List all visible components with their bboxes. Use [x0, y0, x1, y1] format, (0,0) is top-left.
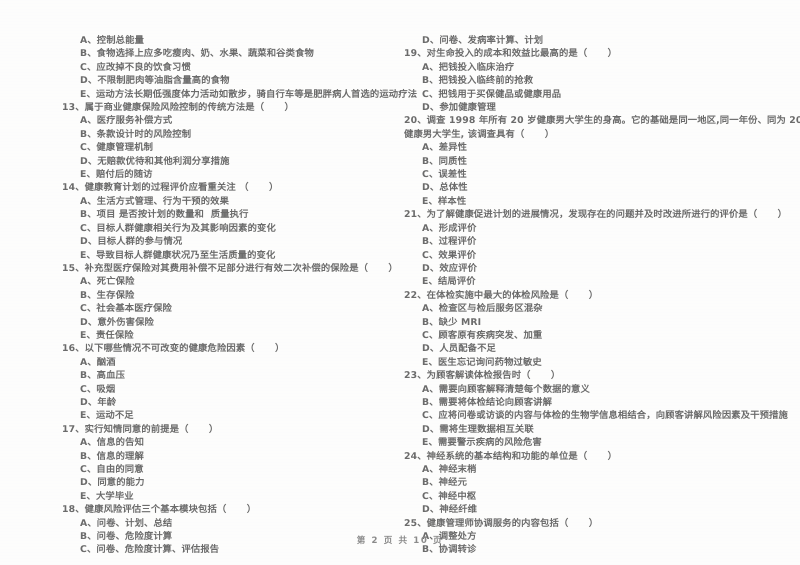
question-text: 13、属于商业健康保险风险控制的传统方法是（ ） — [62, 102, 294, 114]
question-text: 16、以下哪些情况不可改变的健康危险因素（ ） — [62, 343, 285, 355]
answer-option: C、应改掉不良的饮食习惯 — [80, 61, 191, 73]
answer-option: D、需将生理数据相互关联 — [422, 423, 534, 435]
answer-option: B、项目 是否按计划的数量和 质量执行 — [80, 209, 249, 221]
question-text: 18、健康风险评估三个基本模块包括（ ） — [62, 504, 257, 516]
answer-option: A、差异性 — [422, 142, 468, 154]
question-text: 15、补充型医疗保险对其费用补偿不足部分进行有效二次补偿的保险是（ ） — [62, 262, 398, 274]
answer-option: D、人员配备不足 — [422, 343, 496, 355]
answer-option: D、参加健康管理 — [422, 102, 496, 114]
answer-option: A、医疗服务补偿方式 — [80, 115, 173, 127]
answer-option: B、食物选择上应多吃瘦肉、奶、水果、蔬菜和谷类食物 — [80, 48, 314, 60]
answer-option: C、效果评价 — [422, 249, 477, 261]
scanned-page: A、控制总能量 B、食物选择上应多吃瘦肉、奶、水果、蔬菜和谷类食物 C、应改掉不良的… — [0, 0, 800, 565]
answer-option: C、自由的同意 — [80, 464, 144, 475]
answer-option: D、不限制肥肉等油脂含量高的食物 — [80, 75, 230, 87]
answer-option: E、导致目标人群健康状况乃至生活质量的变化 — [80, 249, 276, 261]
question-text: 14、健康教育计划的过程评价应看重关注 （ ） — [62, 182, 279, 194]
answer-option: E、运动不足 — [80, 410, 134, 422]
question-text: 21、为了解健康促进计划的进展情况，发现存在的问题并及时改进所进行的评价是（ ） — [404, 209, 788, 221]
answer-option: C、神经中枢 — [422, 490, 477, 502]
answer-option: E、结局评价 — [422, 276, 476, 288]
answer-option: E、运动方法长期低强度体力活动如散步，骑自行车等是肥胖病人首选的运动疗法 — [80, 88, 418, 100]
answer-option: A、酗酒 — [80, 356, 116, 368]
answer-option: B、把钱投入临终前的抢救 — [422, 75, 534, 87]
answer-option: C、社会基本医疗保险 — [80, 303, 172, 315]
answer-option: B、条款设计时的风险控制 — [80, 128, 192, 140]
answer-option: A、需要向顾客解释清楚每个数据的意义 — [422, 383, 590, 395]
question-text: 24、神经系统的基本结构和功能的单位是（ ） — [404, 450, 618, 462]
answer-option: C、误差性 — [422, 169, 467, 181]
answer-option: E、需要警示疾病的风险危害 — [422, 437, 542, 449]
two-column-body: A、控制总能量 B、食物选择上应多吃瘦肉、奶、水果、蔬菜和谷类食物 C、应改掉不良的… — [0, 34, 800, 557]
question-text: 20、调查 1998 年所有 20 岁健康男大学生的身高。它的基础是同一地区,同… — [404, 115, 800, 127]
left-column: A、控制总能量 B、食物选择上应多吃瘦肉、奶、水果、蔬菜和谷类食物 C、应改掉不良的… — [58, 34, 418, 557]
answer-option: C、健康管理机制 — [80, 142, 154, 154]
question-text-continued: 健康男大学生, 该调查具有（ ） — [404, 128, 555, 140]
answer-option: B、缺少 MRI — [422, 316, 482, 328]
answer-option: B、过程评价 — [422, 236, 477, 248]
answer-option: E、大学毕业 — [80, 490, 134, 502]
page-footer: 第 2 页 共 10 页 — [356, 536, 444, 546]
answer-option: A、问卷、计划、总结 — [80, 517, 173, 529]
answer-option: D、问卷、发病率计算、计划 — [422, 35, 544, 46]
answer-option: C、目标人群健康相关行为及其影响因素的变化 — [80, 222, 276, 234]
answer-option: A、信息的告知 — [80, 437, 145, 449]
answer-option: D、目标人群的参与情况 — [80, 236, 183, 248]
answer-option: C、应将问卷或访谈的内容与体检的生物学信息相结合，向顾客讲解风险因素及干预措施 — [422, 410, 788, 422]
answer-option: B、高血压 — [80, 370, 126, 382]
right-column: D、问卷、发病率计算、计划 19、对生命投入的成本和效益比最高的是（ ） A、把钱投… — [400, 34, 800, 557]
answer-option: C、吸烟 — [80, 383, 116, 395]
answer-option: B、神经元 — [422, 477, 468, 489]
question-text: 25、健康管理师协调服务的内容包括（ ） — [404, 517, 599, 529]
answer-option: C、把钱用于买保健品或健康用品 — [422, 88, 562, 100]
answer-option: D、年龄 — [80, 396, 117, 408]
answer-option: A、把钱投入临床治疗 — [422, 61, 515, 73]
answer-option: B、同质性 — [422, 155, 468, 167]
answer-option: B、信息的理解 — [80, 450, 144, 462]
question-text: 23、为顾客解读体检报告时（ ） — [404, 370, 561, 382]
answer-option: D、意外伤害保险 — [80, 316, 154, 328]
answer-option: A、神经末梢 — [422, 464, 477, 475]
answer-option: D、总体性 — [422, 182, 468, 194]
answer-option: B、需要将体检结论向顾客讲解 — [422, 396, 553, 408]
answer-option: D、无赔款优待和其他利润分享措施 — [80, 155, 230, 167]
question-text: 17、实行知情同意的前提是（ ） — [62, 423, 219, 435]
answer-option: E、样本性 — [422, 195, 467, 207]
answer-option: A、死亡保险 — [80, 276, 135, 288]
answer-option: A、生活方式管理、行为干预的效果 — [80, 195, 230, 207]
answer-option: A、检查区与检后服务区混杂 — [422, 303, 543, 315]
answer-option: E、赔付后的随访 — [80, 169, 153, 181]
answer-option: A、控制总能量 — [80, 35, 145, 46]
answer-option: B、生存保险 — [80, 289, 135, 301]
answer-option: C、顾客原有疾病突发、加重 — [422, 329, 543, 341]
answer-option: E、医生忘记询问药物过敏史 — [422, 356, 542, 368]
answer-option: E、责任保险 — [80, 329, 134, 341]
answer-option: D、同意的能力 — [80, 477, 145, 489]
answer-option: A、形成评价 — [422, 222, 477, 234]
answer-option: D、神经纤维 — [422, 504, 478, 516]
answer-option: D、效应评价 — [422, 262, 478, 274]
question-text: 19、对生命投入的成本和效益比最高的是（ ） — [404, 48, 618, 60]
question-text: 22、在体检实施中最大的体检风险是（ ） — [404, 289, 599, 301]
